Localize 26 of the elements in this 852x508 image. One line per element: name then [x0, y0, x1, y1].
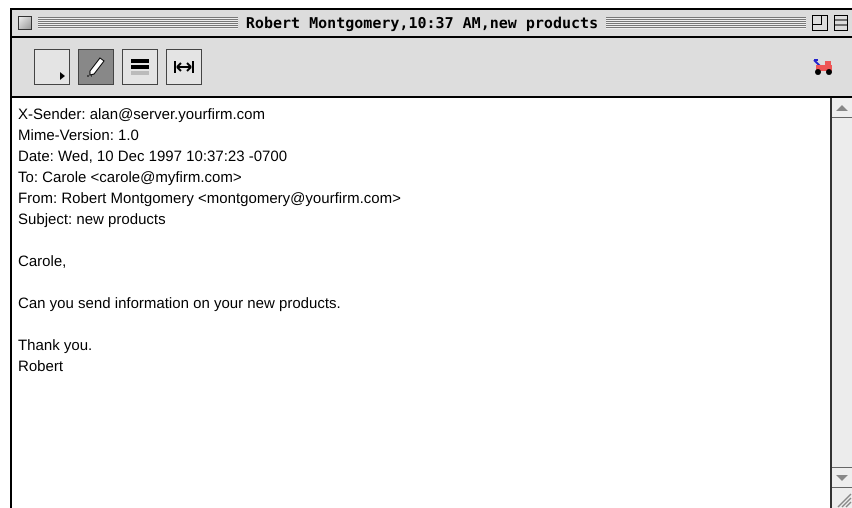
- width-arrows-icon: [174, 60, 194, 74]
- triangle-icon: [60, 72, 65, 80]
- message-line: To: Carole <carole@myfirm.com>: [18, 168, 243, 188]
- collapse-box-icon[interactable]: [834, 15, 848, 31]
- scroll-down-icon[interactable]: [836, 474, 848, 480]
- scroll-up-icon[interactable]: [836, 104, 848, 110]
- message-line: Mime-Version: 1.0: [18, 126, 140, 146]
- message-line: X-Sender: alan@server.yourfirm.com: [18, 105, 266, 125]
- toolbar-button[interactable]: [78, 49, 114, 85]
- message-line: Date: Wed, 10 Dec 1997 10:37:23 -0700: [18, 147, 288, 167]
- zoom-box-icon[interactable]: [812, 15, 828, 31]
- scroll-bar[interactable]: [832, 98, 852, 508]
- truck-icon: [812, 58, 834, 76]
- pencil-icon: [85, 56, 107, 78]
- toolbar-button[interactable]: [34, 49, 70, 85]
- text-lines-icon: [129, 56, 151, 78]
- message-line: Robert: [18, 357, 64, 377]
- window-title: Robert Montgomery,10:37 AM,new products: [244, 14, 600, 32]
- message-line: Thank you.: [18, 336, 94, 356]
- message-line: Subject: new products: [18, 210, 167, 230]
- message-line: From: Robert Montgomery <montgomery@yourfirm.com>: [18, 189, 402, 209]
- toolbar-button[interactable]: [166, 49, 202, 85]
- toolbar-button[interactable]: [122, 49, 158, 85]
- message-line: Can you send information on your new products.: [18, 294, 342, 314]
- close-box[interactable]: [18, 16, 32, 30]
- message-line: Carole,: [18, 252, 68, 272]
